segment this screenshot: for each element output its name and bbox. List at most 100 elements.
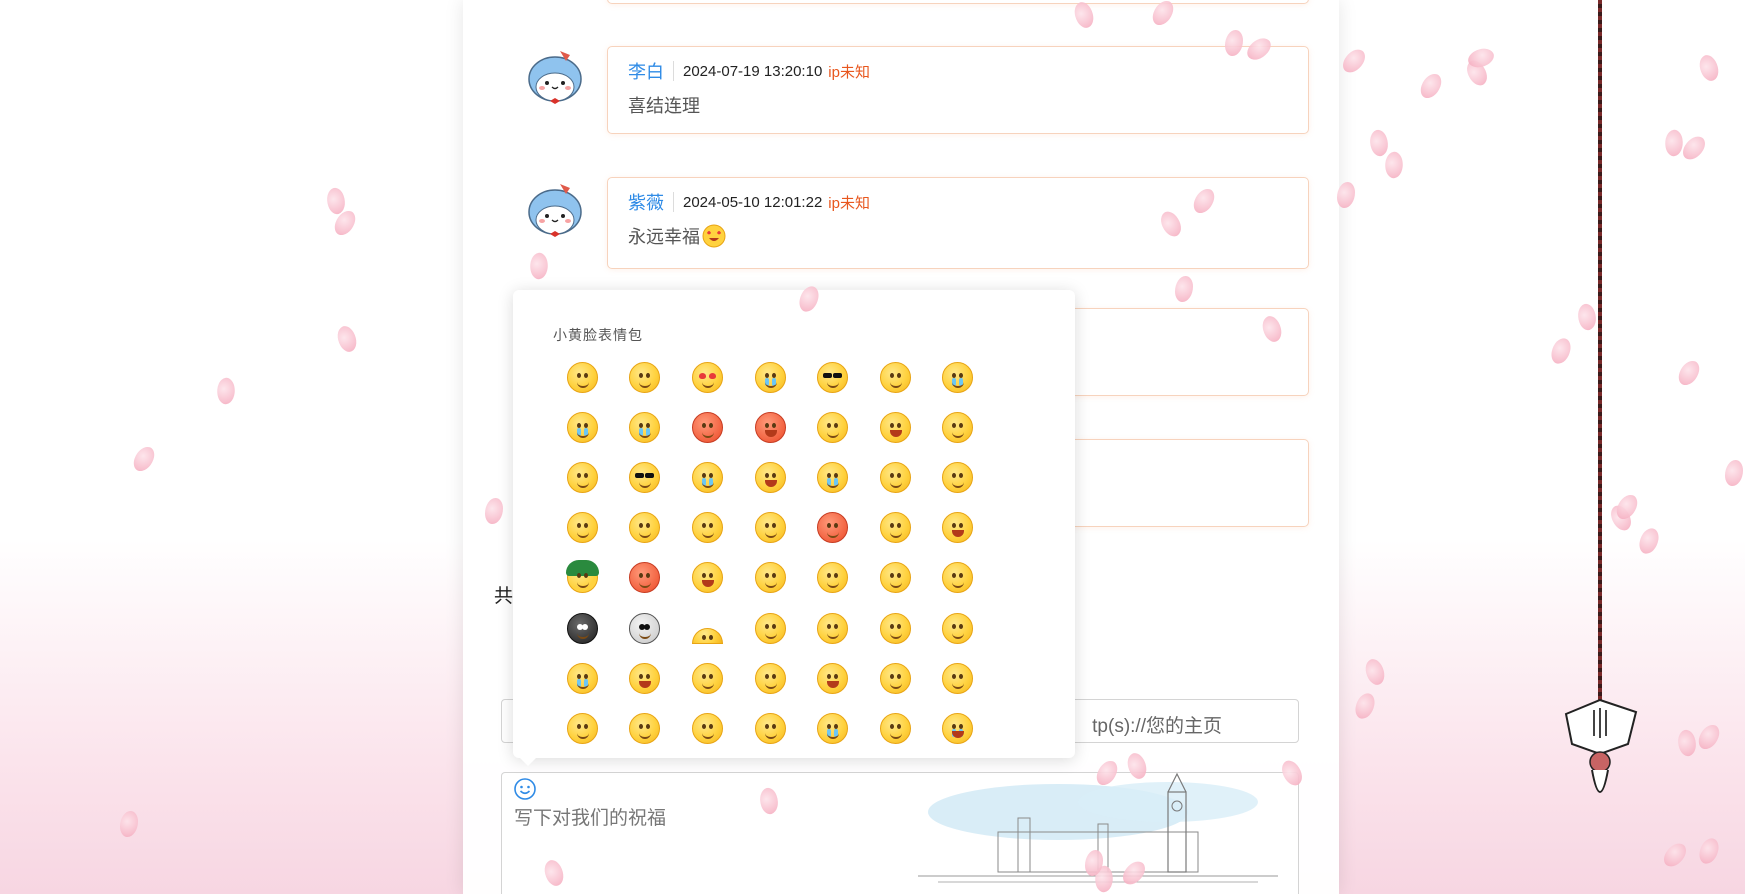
petal-decoration — [1549, 336, 1573, 366]
emoji-option[interactable] — [676, 703, 739, 753]
emoji-option[interactable] — [927, 603, 990, 653]
comment-ip: ip未知 — [828, 194, 870, 212]
emoji-option[interactable] — [551, 603, 614, 653]
emoji-option[interactable] — [676, 503, 739, 553]
emoji-option[interactable] — [676, 553, 739, 603]
emoji-option[interactable] — [864, 653, 927, 703]
emoji-face-icon — [817, 612, 849, 644]
petal-decoration — [1382, 150, 1406, 180]
emoji-option[interactable] — [739, 553, 802, 603]
emoji-face-icon — [754, 411, 786, 443]
emoji-option[interactable] — [864, 553, 927, 603]
comment-username[interactable]: 紫薇 — [628, 189, 664, 215]
emoji-option[interactable] — [739, 653, 802, 703]
emoji-face-icon — [691, 662, 723, 694]
emoji-option[interactable] — [614, 503, 677, 553]
petal-decoration — [1637, 526, 1661, 556]
penguin-avatar — [528, 51, 582, 104]
emoji-face-icon — [942, 361, 974, 393]
emoji-face-icon — [942, 411, 974, 443]
emoji-option[interactable] — [864, 503, 927, 553]
emoji-option[interactable] — [614, 452, 677, 502]
emoji-face-icon — [691, 712, 723, 744]
petal-decoration — [1339, 45, 1369, 77]
emoji-option[interactable] — [927, 503, 990, 553]
emoji-face-icon — [879, 361, 911, 393]
emoji-option[interactable] — [551, 703, 614, 753]
emoji-option[interactable] — [739, 452, 802, 502]
emoji-face-icon — [754, 562, 786, 594]
emoji-option[interactable] — [927, 352, 990, 402]
emoji-option[interactable] — [739, 402, 802, 452]
smile-icon[interactable] — [513, 777, 537, 801]
emoji-option[interactable] — [801, 703, 864, 753]
emoji-face-icon — [754, 612, 786, 644]
message-textarea[interactable]: 写下对我们的祝福 — [501, 772, 1299, 894]
petal-decoration — [214, 376, 238, 406]
emoji-option[interactable] — [551, 452, 614, 502]
emoji-face-icon — [879, 461, 911, 493]
emoji-option[interactable] — [801, 603, 864, 653]
emoji-option[interactable] — [551, 653, 614, 703]
emoji-option[interactable] — [614, 703, 677, 753]
emoji-face-icon — [942, 662, 974, 694]
emoji-option[interactable] — [927, 402, 990, 452]
emoji-option[interactable] — [739, 352, 802, 402]
petal-decoration — [1679, 132, 1709, 164]
message-placeholder: 写下对我们的祝福 — [514, 808, 667, 829]
meta-divider — [673, 61, 674, 81]
emoji-option[interactable] — [801, 402, 864, 452]
emoji-option[interactable] — [801, 452, 864, 502]
emoji-face-icon — [817, 411, 849, 443]
emoji-option[interactable] — [614, 653, 677, 703]
comment-username[interactable]: 李白 — [628, 58, 664, 84]
comment-card: 李白 2024-07-19 13:20:10 ip未知 喜结连理 — [607, 46, 1309, 134]
emoji-option[interactable] — [676, 653, 739, 703]
emoji-option[interactable] — [864, 402, 927, 452]
emoji-option[interactable] — [864, 452, 927, 502]
emoji-option[interactable] — [614, 603, 677, 653]
petal-decoration — [1360, 656, 1390, 688]
emoji-option[interactable] — [864, 703, 927, 753]
emoji-option[interactable] — [801, 352, 864, 402]
emoji-option[interactable] — [676, 402, 739, 452]
emoji-face-icon — [691, 461, 723, 493]
emoji-option[interactable] — [614, 402, 677, 452]
emoji-option[interactable] — [739, 603, 802, 653]
emoji-face-icon — [691, 411, 723, 443]
emoji-option[interactable] — [927, 703, 990, 753]
emoji-option[interactable] — [801, 553, 864, 603]
emoji-face-icon — [817, 461, 849, 493]
emoji-face-icon — [817, 512, 849, 544]
emoji-option[interactable] — [801, 653, 864, 703]
emoji-face-icon — [754, 461, 786, 493]
emoji-option[interactable] — [864, 352, 927, 402]
emoji-option[interactable] — [614, 553, 677, 603]
emoji-option[interactable] — [927, 553, 990, 603]
emoji-option[interactable] — [927, 452, 990, 502]
comment-datetime: 2024-05-10 12:01:22 — [683, 193, 823, 211]
emoji-picker-panel: 小黄脸表情包 — [513, 290, 1075, 766]
hanging-cat-icon[interactable] — [1556, 696, 1644, 818]
emoji-option[interactable] — [676, 603, 739, 653]
emoji-face-icon — [691, 628, 723, 645]
emoji-face-icon — [691, 562, 723, 594]
petal-decoration — [332, 323, 362, 355]
emoji-face-icon — [879, 612, 911, 644]
petal-decoration — [131, 443, 157, 475]
emoji-option[interactable] — [676, 452, 739, 502]
emoji-option[interactable] — [614, 352, 677, 402]
emoji-option[interactable] — [739, 703, 802, 753]
emoji-option[interactable] — [551, 402, 614, 452]
emoji-option[interactable] — [739, 503, 802, 553]
emoji-face-icon — [691, 512, 723, 544]
emoji-grid — [551, 352, 991, 754]
emoji-option[interactable] — [551, 503, 614, 553]
emoji-option[interactable] — [864, 603, 927, 653]
emoji-option[interactable] — [927, 653, 990, 703]
emoji-option[interactable] — [676, 352, 739, 402]
emoji-option[interactable] — [551, 352, 614, 402]
emoji-option[interactable] — [801, 503, 864, 553]
emoji-option[interactable] — [551, 553, 614, 603]
emoji-face-icon — [629, 612, 661, 644]
